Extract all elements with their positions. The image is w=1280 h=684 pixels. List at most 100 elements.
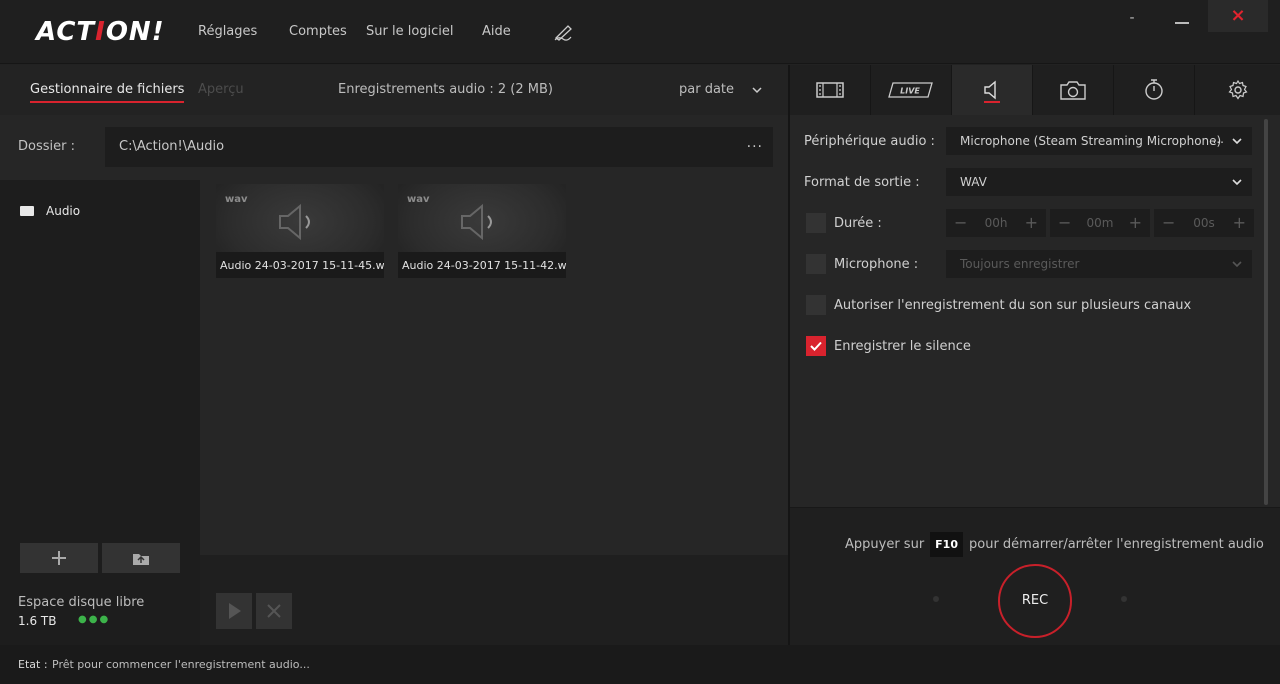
seconds-stepper[interactable]: − 00s + <box>1154 209 1254 237</box>
plus-icon <box>52 551 66 565</box>
file-name: Audio 24-03-2017 15-11-42.wav <box>398 252 566 278</box>
microphone-label: Microphone : <box>834 257 919 272</box>
audio-device-label: Périphérique audio : <box>804 134 935 149</box>
audio-settings: Périphérique audio : Microphone (Steam S… <box>790 115 1280 507</box>
plus-icon[interactable]: + <box>1025 213 1038 232</box>
hotkey-badge: F10 <box>930 532 963 557</box>
status-label: Etat : <box>18 658 48 671</box>
indicator-dot <box>1121 596 1127 602</box>
file-manager-tabs: Gestionnaire de fichiers Aperçu Enregist… <box>0 65 788 115</box>
svg-text:LIVE: LIVE <box>900 87 920 96</box>
delete-button[interactable] <box>256 593 292 629</box>
multichannel-label: Autoriser l'enregistrement du son sur pl… <box>834 298 1192 313</box>
menu-accounts[interactable]: Comptes <box>289 24 347 39</box>
duration-checkbox[interactable] <box>806 213 826 233</box>
file-grid: wav Audio 24-03-2017 15-11-45.wav wav Au… <box>200 180 788 555</box>
app-logo: ACTION! <box>36 17 165 47</box>
rec-button[interactable]: REC <box>998 564 1072 638</box>
tab-settings[interactable] <box>1195 65 1280 115</box>
silence-label: Enregistrer le silence <box>834 339 971 354</box>
close-button[interactable]: × <box>1208 0 1268 32</box>
silence-checkbox[interactable] <box>806 336 826 356</box>
audio-device-select[interactable]: Microphone (Steam Streaming Microphone) … <box>946 127 1252 155</box>
duration-label: Durée : <box>834 216 882 231</box>
sidebar-item-label: Audio <box>46 204 81 218</box>
menu-about[interactable]: Sur le logiciel <box>366 24 454 39</box>
tab-screenshot[interactable] <box>1033 65 1114 115</box>
plus-icon[interactable]: + <box>1129 213 1142 232</box>
tab-live[interactable]: LIVE <box>871 65 952 115</box>
sidebar-item-audio[interactable]: Audio <box>20 204 80 218</box>
gear-icon <box>1227 79 1248 100</box>
file-extension: wav <box>225 194 248 205</box>
sort-dropdown[interactable]: par date <box>679 82 734 97</box>
folder-sidebar: Audio Espace disque libre 1.6 TB ●●● <box>0 180 200 645</box>
file-manager-panel: Gestionnaire de fichiers Aperçu Enregist… <box>0 65 788 645</box>
checkmark-icon <box>810 341 822 351</box>
menu-settings[interactable]: Réglages <box>198 24 257 39</box>
recordings-count: Enregistrements audio : 2 (2 MB) <box>338 82 553 97</box>
tab-file-manager[interactable]: Gestionnaire de fichiers <box>30 82 185 103</box>
status-text: Prêt pour commencer l'enregistrement aud… <box>52 658 310 671</box>
tab-video[interactable] <box>790 65 871 115</box>
tab-preview[interactable]: Aperçu <box>198 82 244 97</box>
minimize-button[interactable]: - <box>1122 10 1142 34</box>
chevron-down-icon <box>1232 138 1242 145</box>
chevron-down-icon[interactable] <box>752 85 762 95</box>
open-folder-button[interactable] <box>102 543 180 573</box>
record-area: Appuyer sur F10 pour démarrer/arrêter l'en… <box>790 507 1280 645</box>
film-icon <box>816 82 844 98</box>
audio-device-value: Microphone (Steam Streaming Microphone) <box>960 134 1222 148</box>
multichannel-checkbox[interactable] <box>806 295 826 315</box>
folder-path-field[interactable]: C:\Action!\Audio ... <box>105 127 773 167</box>
play-button[interactable] <box>216 593 252 629</box>
file-extension: wav <box>407 194 430 205</box>
pen-icon[interactable] <box>553 22 575 42</box>
chevron-down-icon <box>1232 179 1242 186</box>
timer-icon <box>1145 79 1163 100</box>
folder-icon <box>20 206 34 216</box>
output-format-value: WAV <box>960 175 987 189</box>
add-folder-button[interactable] <box>20 543 98 573</box>
disk-space-label: Espace disque libre <box>18 595 145 610</box>
hours-stepper[interactable]: − 00h + <box>946 209 1046 237</box>
plus-icon[interactable]: + <box>1233 213 1246 232</box>
menu-help[interactable]: Aide <box>482 24 511 39</box>
folder-label: Dossier : <box>18 139 75 154</box>
browse-folder-button[interactable]: ... <box>747 135 763 151</box>
folder-path: C:\Action!\Audio <box>119 139 225 154</box>
hotkey-hint: Appuyer sur F10 pour démarrer/arrêter l'en… <box>845 532 1264 557</box>
file-thumbnail[interactable]: wav Audio 24-03-2017 15-11-45.wav <box>216 184 384 278</box>
live-icon: LIVE <box>888 82 933 98</box>
microphone-select[interactable]: Toujours enregistrer <box>946 250 1252 278</box>
output-format-select[interactable]: WAV <box>946 168 1252 196</box>
disk-status-dots: ●●● <box>78 614 111 625</box>
settings-scrollbar[interactable] <box>1264 119 1268 505</box>
microphone-value: Toujours enregistrer <box>960 257 1080 271</box>
camera-icon <box>1060 81 1086 100</box>
audio-settings-panel: LIVE Périphérique audio: Microphone (St… <box>790 65 1280 645</box>
file-name: Audio 24-03-2017 15-11-45.wav <box>216 252 384 278</box>
speaker-icon <box>461 203 492 241</box>
folder-upload-icon <box>133 554 149 565</box>
indicator-dot <box>933 596 939 602</box>
active-tab-indicator <box>984 101 1000 103</box>
speaker-icon <box>279 203 310 241</box>
tab-audio[interactable] <box>952 65 1033 115</box>
mode-tabs: LIVE <box>790 65 1280 115</box>
player-controls <box>200 555 788 645</box>
title-bar: ACTION! Réglages Comptes Sur le logiciel… <box>0 0 1280 64</box>
file-thumbnail[interactable]: wav Audio 24-03-2017 15-11-42.wav <box>398 184 566 278</box>
speaker-icon <box>984 80 996 100</box>
microphone-checkbox[interactable] <box>806 254 826 274</box>
tab-timer[interactable] <box>1114 65 1195 115</box>
audio-device-more: ... <box>1212 132 1224 146</box>
output-format-label: Format de sortie : <box>804 175 920 190</box>
maximize-button[interactable] <box>1170 8 1194 32</box>
status-bar: Etat : Prêt pour commencer l'enregistrem… <box>0 645 1280 684</box>
play-icon <box>229 603 241 619</box>
hint-after: pour démarrer/arrêter l'enregistrement a… <box>969 537 1264 552</box>
disk-space-value: 1.6 TB <box>18 614 57 628</box>
minutes-stepper[interactable]: − 00m + <box>1050 209 1150 237</box>
folder-row: Dossier : C:\Action!\Audio ... <box>0 115 788 177</box>
